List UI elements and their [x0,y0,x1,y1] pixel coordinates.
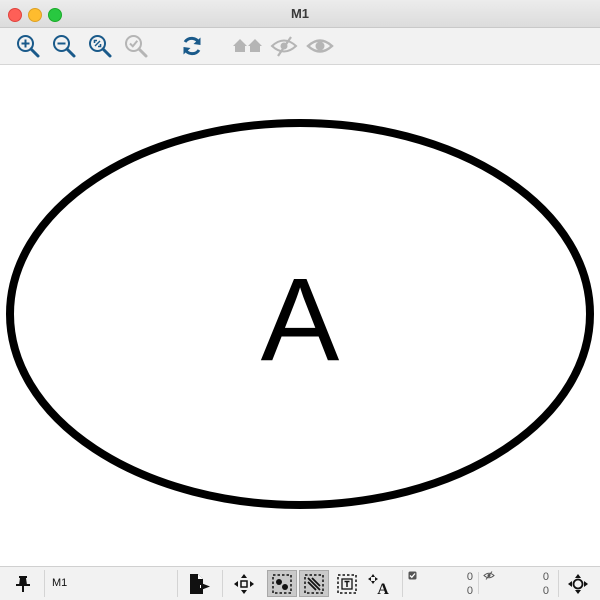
home-button[interactable] [232,33,264,59]
pan-mode-button[interactable] [229,570,259,597]
refresh-icon [183,36,201,56]
select-labels-button[interactable] [332,570,362,597]
status-bar: M1 A 0 0 0 0 [0,566,600,600]
select-nodes-icon [272,573,292,594]
home-icon [233,39,262,52]
zoom-fit-button[interactable] [86,33,114,59]
eye-icon [306,39,334,53]
checkbox-icon [408,571,417,580]
center-view-button[interactable] [563,570,593,597]
separator [44,570,45,597]
svg-text:A: A [377,581,389,595]
toolbar [0,28,600,65]
separator [402,570,403,597]
zoom-selection-button[interactable] [122,33,150,59]
eye-slash-icon [483,571,495,580]
graph-svg: A [6,119,594,509]
separator [177,570,178,597]
graph-canvas[interactable]: A [0,65,600,566]
selected-count: 0 [466,571,473,583]
title-bar: M1 [0,0,600,28]
refresh-button[interactable] [178,33,206,59]
separator [558,570,559,597]
zoom-selection-icon [125,35,148,58]
zoom-in-icon [17,35,40,58]
select-edges-icon [304,573,324,594]
separator [222,570,223,597]
hide-button[interactable] [270,33,298,59]
export-file-icon [190,573,210,594]
model-name: M1 [52,577,68,589]
node-label: A [261,254,340,386]
zoom-in-button[interactable] [14,33,42,59]
move-labels-button[interactable]: A [364,570,394,597]
show-button[interactable] [306,33,334,59]
hidden-count: 0 [542,585,549,597]
export-button[interactable] [184,570,214,597]
zoom-fit-icon [89,35,112,58]
select-labels-icon [337,573,357,594]
selected-count: 0 [466,585,473,597]
move-arrows-icon [234,573,254,594]
eye-slash-icon [270,36,298,57]
window-title: M1 [290,6,310,21]
zoom-out-button[interactable] [50,33,78,59]
hidden-count: 0 [542,571,549,583]
select-edges-button[interactable] [299,570,329,597]
pin-button[interactable] [8,570,38,597]
crosshair-icon [568,573,588,594]
pin-icon [16,575,30,592]
zoom-out-icon [53,35,76,58]
move-label-icon: A [368,573,389,595]
select-nodes-button[interactable] [267,570,297,597]
separator [478,572,479,594]
